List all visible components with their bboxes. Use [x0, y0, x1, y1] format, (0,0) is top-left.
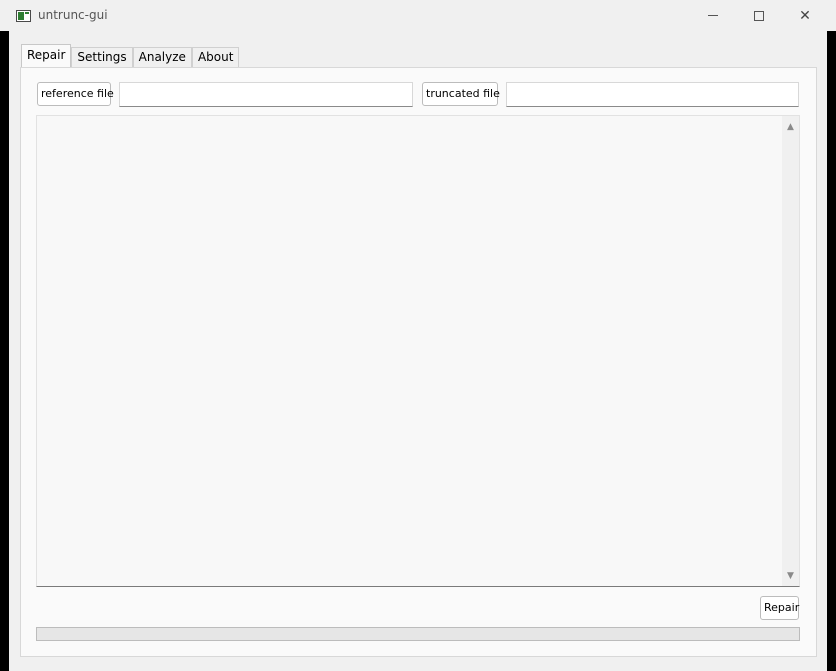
tab-repair[interactable]: Repair — [21, 44, 72, 67]
title-bar[interactable]: untrunc-gui ✕ — [0, 0, 836, 31]
tab-about[interactable]: About — [191, 47, 240, 67]
close-icon: ✕ — [799, 7, 811, 24]
log-output[interactable]: ▲ ▼ — [36, 115, 800, 587]
scroll-up-icon[interactable]: ▲ — [782, 118, 799, 135]
app-icon — [16, 10, 31, 22]
reference-file-input[interactable] — [119, 82, 413, 107]
maximize-button[interactable] — [736, 0, 782, 31]
tab-analyze[interactable]: Analyze — [132, 47, 192, 67]
log-scrollbar[interactable]: ▲ ▼ — [782, 116, 799, 586]
left-border — [0, 31, 9, 671]
app-window: untrunc-gui ✕ Repair Settings Analyze Ab… — [0, 0, 836, 671]
reference-file-button[interactable]: reference file — [37, 82, 114, 106]
scroll-down-icon[interactable]: ▼ — [782, 567, 799, 584]
truncated-file-button[interactable]: truncated file — [422, 82, 500, 106]
right-border — [827, 31, 836, 671]
main-content: Repair Settings Analyze About reference … — [9, 31, 827, 671]
minimize-button[interactable] — [690, 0, 736, 31]
maximize-icon — [754, 10, 764, 21]
tab-bar: Repair Settings Analyze About — [21, 44, 240, 67]
minimize-icon — [708, 15, 718, 16]
log-text — [39, 118, 781, 584]
truncated-file-input[interactable] — [506, 82, 799, 107]
close-button[interactable]: ✕ — [782, 0, 828, 31]
window-title: untrunc-gui — [38, 8, 108, 22]
progress-bar — [36, 627, 800, 641]
repair-button[interactable]: Repair — [760, 596, 799, 620]
tab-settings[interactable]: Settings — [71, 47, 133, 67]
